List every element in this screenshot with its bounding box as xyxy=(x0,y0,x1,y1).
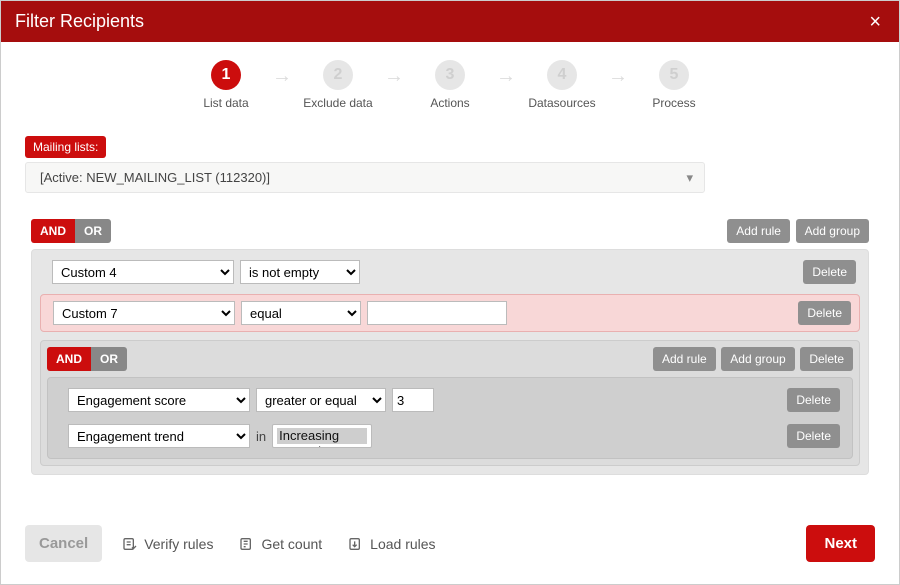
delete-group-button[interactable]: Delete xyxy=(800,347,853,371)
load-icon xyxy=(348,536,364,552)
step-num: 2 xyxy=(323,60,353,90)
step-process[interactable]: 5 Process xyxy=(634,60,714,110)
close-icon[interactable]: × xyxy=(865,12,885,32)
rule-row: Engagement trend in Increasing Neutral D… xyxy=(56,422,844,450)
step-num: 3 xyxy=(435,60,465,90)
delete-rule-button[interactable]: Delete xyxy=(798,301,851,325)
count-icon xyxy=(239,536,255,552)
field-select[interactable]: Engagement score xyxy=(68,388,250,412)
operator-select[interactable]: is not empty xyxy=(240,260,360,284)
checklist-icon xyxy=(122,536,138,552)
arrow-right-icon: → xyxy=(496,65,516,88)
verify-rules-button[interactable]: Verify rules xyxy=(116,535,219,553)
arrow-right-icon: → xyxy=(272,65,292,88)
step-label: Datasources xyxy=(528,96,595,110)
dialog-title: Filter Recipients xyxy=(15,11,144,32)
step-label: Exclude data xyxy=(303,96,372,110)
andor-toggle: AND OR xyxy=(31,219,111,243)
dialog-footer: Cancel Verify rules Get count Load rules… xyxy=(1,511,899,584)
and-button[interactable]: AND xyxy=(31,219,75,243)
add-rule-button[interactable]: Add rule xyxy=(727,219,790,243)
rules-container: Custom 4 is not empty Delete Custom 7 eq… xyxy=(31,249,869,475)
get-count-button[interactable]: Get count xyxy=(233,535,328,553)
add-rule-button[interactable]: Add rule xyxy=(653,347,716,371)
query-builder-root-group: AND OR Add rule Add group Custom 4 is no… xyxy=(25,213,875,481)
next-button[interactable]: Next xyxy=(806,525,875,562)
dialog-body: 1 List data → 2 Exclude data → 3 Actions… xyxy=(1,42,899,511)
value-input[interactable] xyxy=(367,301,507,325)
group-header: AND OR Add rule Add group Delete xyxy=(47,347,853,371)
rule-row: Custom 4 is not empty Delete xyxy=(40,258,860,286)
cancel-button[interactable]: Cancel xyxy=(25,525,102,562)
mailing-list-select[interactable]: [Active: NEW_MAILING_LIST (112320)] xyxy=(25,162,705,193)
mailing-list-section: Mailing lists: [Active: NEW_MAILING_LIST… xyxy=(25,124,875,193)
and-button[interactable]: AND xyxy=(47,347,91,371)
group-actions: Add rule Add group xyxy=(725,219,869,243)
operator-select[interactable]: equal xyxy=(241,301,361,325)
or-button[interactable]: OR xyxy=(91,347,127,371)
field-select[interactable]: Custom 7 xyxy=(53,301,235,325)
step-list-data[interactable]: 1 List data xyxy=(186,60,266,110)
load-rules-button[interactable]: Load rules xyxy=(342,535,441,553)
value-multiselect[interactable]: Increasing Neutral Decreasing xyxy=(272,424,372,448)
step-num: 1 xyxy=(211,60,241,90)
step-label: Actions xyxy=(430,96,469,110)
field-select[interactable]: Custom 4 xyxy=(52,260,234,284)
step-num: 5 xyxy=(659,60,689,90)
operator-select[interactable]: greater or equal xyxy=(256,388,386,412)
in-operator-label: in xyxy=(256,429,266,444)
value-input[interactable] xyxy=(392,388,434,412)
group-header: AND OR Add rule Add group xyxy=(31,219,869,243)
delete-rule-button[interactable]: Delete xyxy=(787,424,840,448)
delete-rule-button[interactable]: Delete xyxy=(787,388,840,412)
rule-row: Custom 7 equal Delete xyxy=(40,294,860,332)
rules-container: Engagement score greater or equal Delete xyxy=(47,377,853,459)
or-button[interactable]: OR xyxy=(75,219,111,243)
step-label: List data xyxy=(203,96,248,110)
nested-group: AND OR Add rule Add group Delete Engag xyxy=(40,340,860,466)
add-group-button[interactable]: Add group xyxy=(721,347,794,371)
andor-toggle: AND OR xyxy=(47,347,127,371)
dialog-header: Filter Recipients × xyxy=(1,1,899,42)
arrow-right-icon: → xyxy=(384,65,404,88)
delete-rule-button[interactable]: Delete xyxy=(803,260,856,284)
step-actions[interactable]: 3 Actions xyxy=(410,60,490,110)
rule-row: Engagement score greater or equal Delete xyxy=(56,386,844,414)
step-label: Process xyxy=(652,96,695,110)
step-datasources[interactable]: 4 Datasources xyxy=(522,60,602,110)
group-actions: Add rule Add group Delete xyxy=(651,347,853,371)
step-exclude-data[interactable]: 2 Exclude data xyxy=(298,60,378,110)
wizard-stepper: 1 List data → 2 Exclude data → 3 Actions… xyxy=(25,60,875,110)
step-num: 4 xyxy=(547,60,577,90)
arrow-right-icon: → xyxy=(608,65,628,88)
mailing-list-label: Mailing lists: xyxy=(25,136,106,158)
add-group-button[interactable]: Add group xyxy=(796,219,869,243)
filter-recipients-dialog: Filter Recipients × 1 List data → 2 Excl… xyxy=(0,0,900,585)
field-select[interactable]: Engagement trend xyxy=(68,424,250,448)
